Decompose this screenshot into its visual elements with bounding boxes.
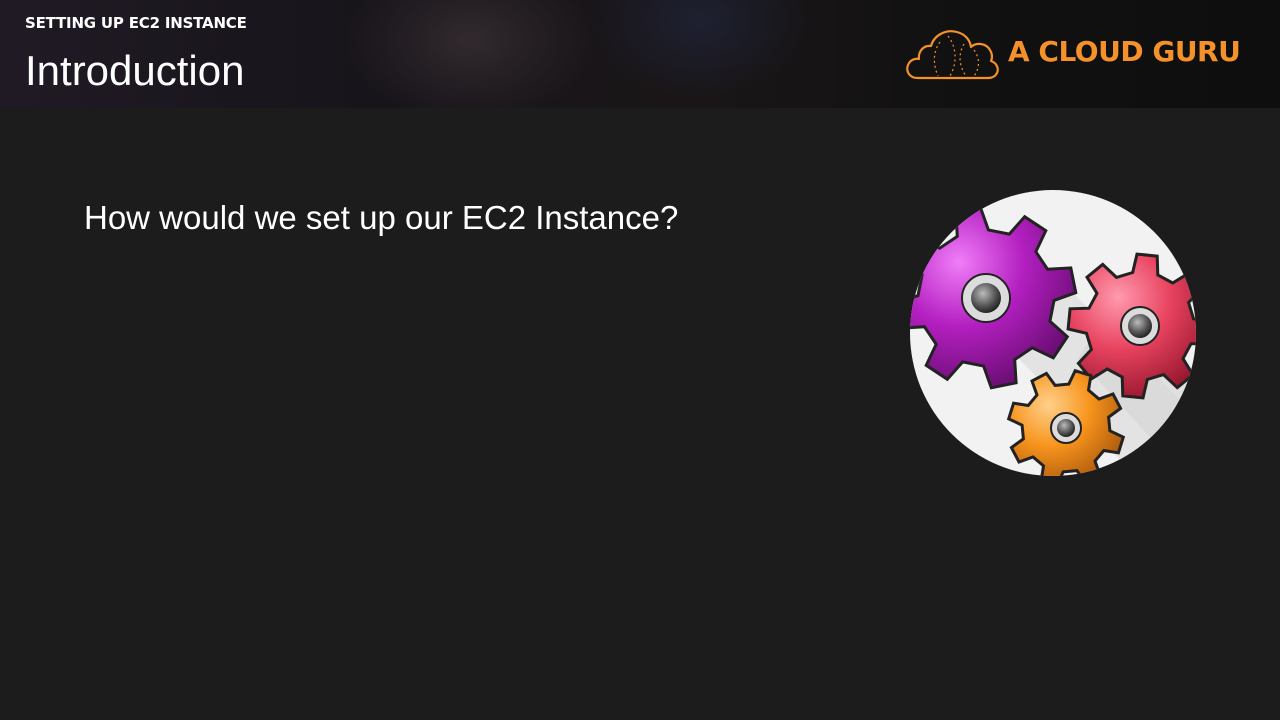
cloud-icon xyxy=(906,30,999,80)
slide: SETTING UP EC2 INSTANCE Introduction A C… xyxy=(0,0,1280,720)
brand-logo: A CLOUD GURU xyxy=(904,26,1244,84)
brand-name: A CLOUD GURU xyxy=(1008,35,1241,68)
gears-icon xyxy=(910,190,1196,476)
header-bar: SETTING UP EC2 INSTANCE Introduction A C… xyxy=(0,0,1280,108)
page-title: Introduction xyxy=(25,47,245,94)
section-subtitle: SETTING UP EC2 INSTANCE xyxy=(25,14,247,32)
slide-question: How would we set up our EC2 Instance? xyxy=(84,199,679,236)
